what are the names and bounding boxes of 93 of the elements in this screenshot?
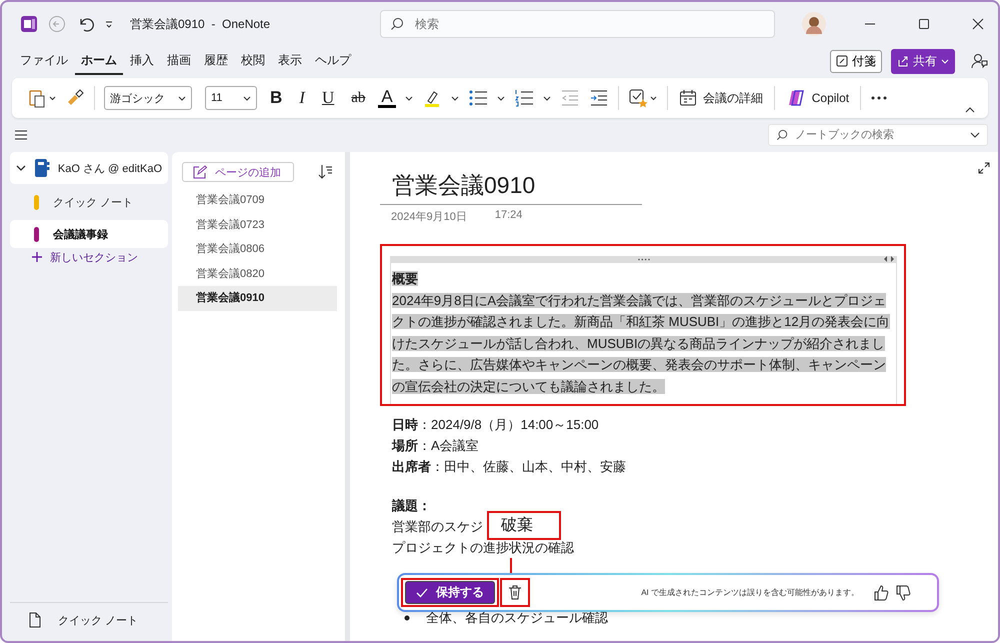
ai-disclaimer: AI で生成されたコンテンツは誤りを含む可能性があります。 xyxy=(641,587,859,598)
caret-icon[interactable] xyxy=(496,94,505,102)
maximize-icon[interactable] xyxy=(918,18,930,30)
page-icon xyxy=(28,612,42,628)
expand-icon[interactable] xyxy=(978,162,990,174)
note-icon xyxy=(836,55,848,67)
caret-icon xyxy=(941,57,949,65)
edit-icon xyxy=(193,165,207,179)
caret-icon[interactable] xyxy=(404,94,413,102)
menu-tab[interactable]: 校閲 xyxy=(235,48,271,74)
check-icon xyxy=(416,588,428,598)
summary-paragraph: 2024年9月8日にA会議室で行われた営業会議では、営業部のスケジュールとプロジェクトの進捗が確認されました。新商品「和紅茶 MUSUBI」の進捗と12月の発表会に向けたスケジュールが話し合われ、MUSUBIの異なる商品ラインナップが紹介されました。さらに、広告媒体やキャンペーンの概要、発表会のサポート体制、キャンペーンの宣伝会社の決定についても議論されました。 xyxy=(392,292,891,396)
menu-tab[interactable]: 挿入 xyxy=(124,48,160,74)
thumbs-up-icon[interactable] xyxy=(873,584,889,600)
agenda-heading: 議題： xyxy=(392,497,432,515)
notebook-item[interactable]: KaO さん @ editKaO xyxy=(10,152,168,184)
resize-icon[interactable] xyxy=(884,256,894,262)
callout-label: 破棄 xyxy=(487,511,561,540)
calendar-icon xyxy=(678,89,697,107)
leader-line xyxy=(510,558,512,575)
copilot-button[interactable]: Copilot xyxy=(784,89,852,107)
bullet-icon xyxy=(404,615,410,621)
share-icon xyxy=(897,55,909,67)
font-size-dropdown[interactable]: 11 xyxy=(205,86,257,110)
sticky-notes-button[interactable]: 付箋 xyxy=(830,50,882,72)
menu-tab[interactable]: 履歴 xyxy=(198,48,234,74)
search-field[interactable]: 検索 xyxy=(380,10,775,38)
section-item[interactable]: クイック ノート xyxy=(10,188,168,216)
tag-checkbox-icon[interactable] xyxy=(628,88,658,108)
font-color-button[interactable]: A xyxy=(378,88,396,108)
menu-tab[interactable]: 表示 xyxy=(272,48,308,74)
bullet-list-icon[interactable] xyxy=(468,89,488,107)
page-item[interactable]: 営業会議0806 xyxy=(178,237,337,262)
section-label: 会議議事録 xyxy=(53,228,108,242)
drag-handle-icon xyxy=(636,258,650,261)
menu-tab[interactable]: ホーム xyxy=(75,48,123,74)
thumbs-down-icon[interactable] xyxy=(895,584,911,600)
menu-tab[interactable]: ファイル xyxy=(14,48,74,74)
caret-icon[interactable] xyxy=(104,19,114,29)
window-title: 営業会議0910 - OneNote xyxy=(130,16,272,32)
page-item[interactable]: 営業会議0709 xyxy=(178,188,337,212)
caret-icon xyxy=(243,94,251,102)
summary-heading: 概要 xyxy=(392,271,418,286)
collapse-icon[interactable] xyxy=(964,106,976,114)
detail-line: 出席者：田中、佐藤、山本、中村、安藤 xyxy=(392,458,627,476)
strikethrough-button[interactable]: ab xyxy=(347,88,370,108)
italic-button[interactable]: I xyxy=(295,88,309,108)
page-title: 営業会議0910 xyxy=(391,171,536,200)
container-handle[interactable] xyxy=(391,256,896,263)
caret-icon[interactable] xyxy=(970,131,980,139)
share-button[interactable]: 共有 xyxy=(891,48,955,74)
agenda-line: プロジェクトの進捗状況の確認 xyxy=(392,540,574,555)
bold-button[interactable]: B xyxy=(266,88,286,108)
notebook-name: KaO さん @ editKaO xyxy=(58,162,162,176)
font-dropdown[interactable]: 游ゴシック xyxy=(104,86,192,110)
section-label: クイック ノート xyxy=(53,196,134,210)
keep-button[interactable]: 保持する xyxy=(405,581,495,604)
notebook-search-field[interactable]: ノートブックの検索 xyxy=(768,124,988,146)
notebook-icon xyxy=(34,158,50,178)
detail-line: 日時：2024/9/8（月）14:00～15:00 xyxy=(392,416,600,434)
caret-icon[interactable] xyxy=(450,94,459,102)
page-item[interactable]: 営業会議0910 xyxy=(178,286,337,310)
section-item[interactable]: 会議議事録 xyxy=(10,220,168,248)
page-item[interactable]: 営業会議0820 xyxy=(178,262,337,286)
avatar-icon[interactable] xyxy=(802,12,826,36)
bullet-text: 全体、各自のスケジュール確認 xyxy=(426,609,608,627)
paste-icon[interactable] xyxy=(28,88,56,108)
plus-icon xyxy=(32,252,42,262)
numbered-list-icon[interactable] xyxy=(514,89,534,107)
caret-icon[interactable] xyxy=(542,94,551,102)
quick-notes-link[interactable]: クイック ノート xyxy=(10,602,168,637)
app-logo-icon xyxy=(20,15,38,33)
page-item[interactable]: 営業会議0723 xyxy=(178,212,337,237)
menu-tab[interactable]: ヘルプ xyxy=(309,48,357,74)
sort-icon[interactable] xyxy=(317,164,333,180)
meeting-details-button[interactable]: 会議の詳細 xyxy=(676,89,765,107)
detail-line: 場所：A会議室 xyxy=(392,437,480,455)
new-section-link[interactable]: 新しいセクション xyxy=(10,248,168,266)
menu-icon[interactable] xyxy=(14,129,28,141)
agenda-line: 営業部のスケジ xyxy=(392,519,483,534)
chevron-icon[interactable] xyxy=(16,163,26,173)
indent-icon[interactable] xyxy=(588,89,609,107)
more-icon[interactable] xyxy=(870,95,888,101)
caret-icon xyxy=(178,94,186,102)
menu-tab[interactable]: 描画 xyxy=(161,48,197,74)
underline-button[interactable]: U xyxy=(318,88,338,108)
page-date: 2024年9月10日 xyxy=(391,210,467,224)
trash-icon xyxy=(508,585,522,600)
feedback-icon[interactable] xyxy=(970,52,988,70)
add-page-button[interactable]: ページの追加 xyxy=(182,162,294,182)
discard-button[interactable] xyxy=(500,578,530,607)
close-icon[interactable] xyxy=(972,18,984,30)
page-time: 17:24 xyxy=(494,209,522,223)
